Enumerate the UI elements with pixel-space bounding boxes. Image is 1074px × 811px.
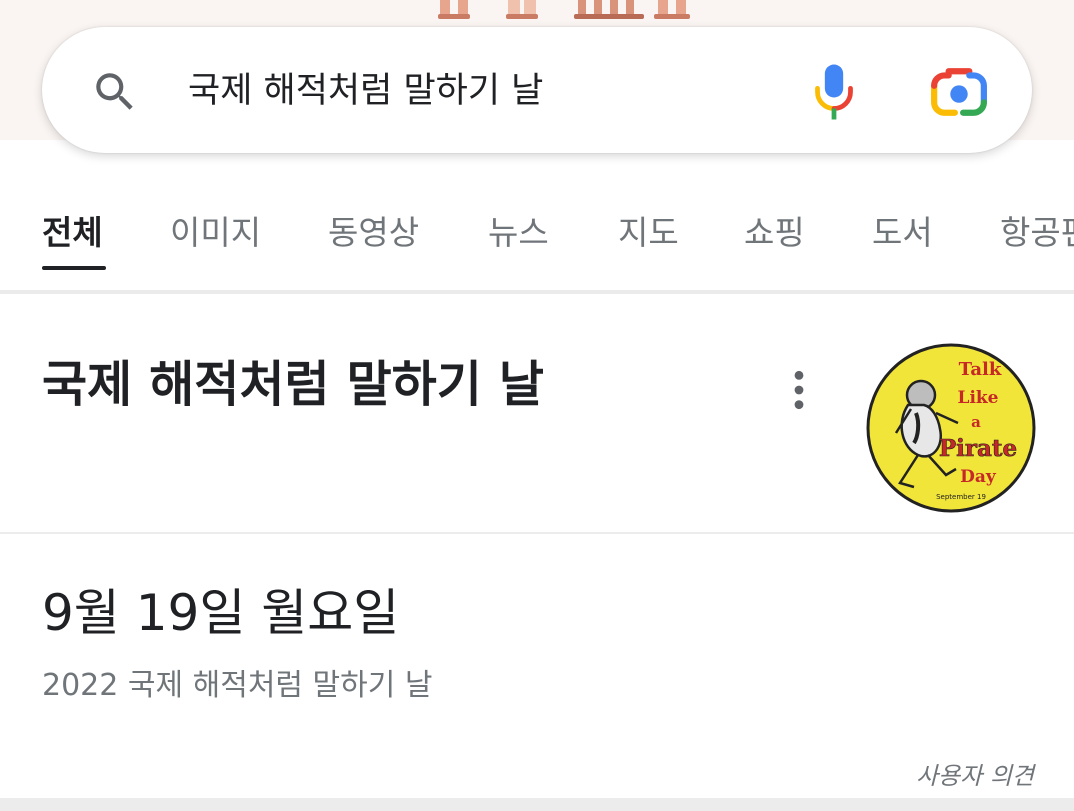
tab-images[interactable]: 이미지 [170, 208, 261, 258]
tab-all[interactable]: 전체 [42, 208, 103, 258]
tab-maps[interactable]: 지도 [618, 208, 679, 258]
search-box[interactable]: 국제 해적처럼 말하기 날 [42, 27, 1032, 153]
logo-text-like: Like [957, 388, 998, 408]
tab-books[interactable]: 도서 [872, 208, 933, 258]
logo-text-day: Day [960, 467, 997, 487]
tab-flights[interactable]: 항공편 [1000, 208, 1074, 258]
search-input[interactable]: 국제 해적처럼 말하기 날 [188, 63, 543, 119]
answer-subtitle: 2022 국제 해적처럼 말하기 날 [42, 668, 433, 703]
bottom-divider [0, 798, 1074, 811]
feedback-link[interactable]: 사용자 의견 [916, 756, 1034, 796]
logo-text-pirate: Pirate [939, 435, 1017, 462]
lens-camera-icon[interactable] [930, 67, 988, 117]
logo-text-talk: Talk [959, 359, 1002, 380]
section-divider [0, 290, 1074, 294]
microphone-icon[interactable] [812, 62, 856, 122]
search-icon[interactable] [90, 67, 140, 117]
answer-date: 9월 19일 월요일 [42, 584, 400, 642]
logo-text-a: a [971, 413, 981, 431]
doodle-figures-feet [438, 0, 690, 19]
logo-text-caption: September 19 [936, 493, 986, 501]
card-divider [0, 532, 1074, 534]
search-tabs: 전체 이미지 동영상 뉴스 지도 쇼핑 도서 항공편 [0, 180, 1074, 290]
tab-shopping[interactable]: 쇼핑 [744, 208, 805, 258]
active-tab-indicator [42, 266, 106, 270]
tab-news[interactable]: 뉴스 [488, 208, 549, 258]
tab-videos[interactable]: 동영상 [328, 208, 419, 258]
more-vert-icon[interactable] [788, 368, 810, 412]
talk-like-a-pirate-day-logo[interactable]: Talk Like a Pirate Day September 19 [866, 343, 1036, 513]
knowledge-panel-title: 국제 해적처럼 말하기 날 [42, 356, 544, 413]
